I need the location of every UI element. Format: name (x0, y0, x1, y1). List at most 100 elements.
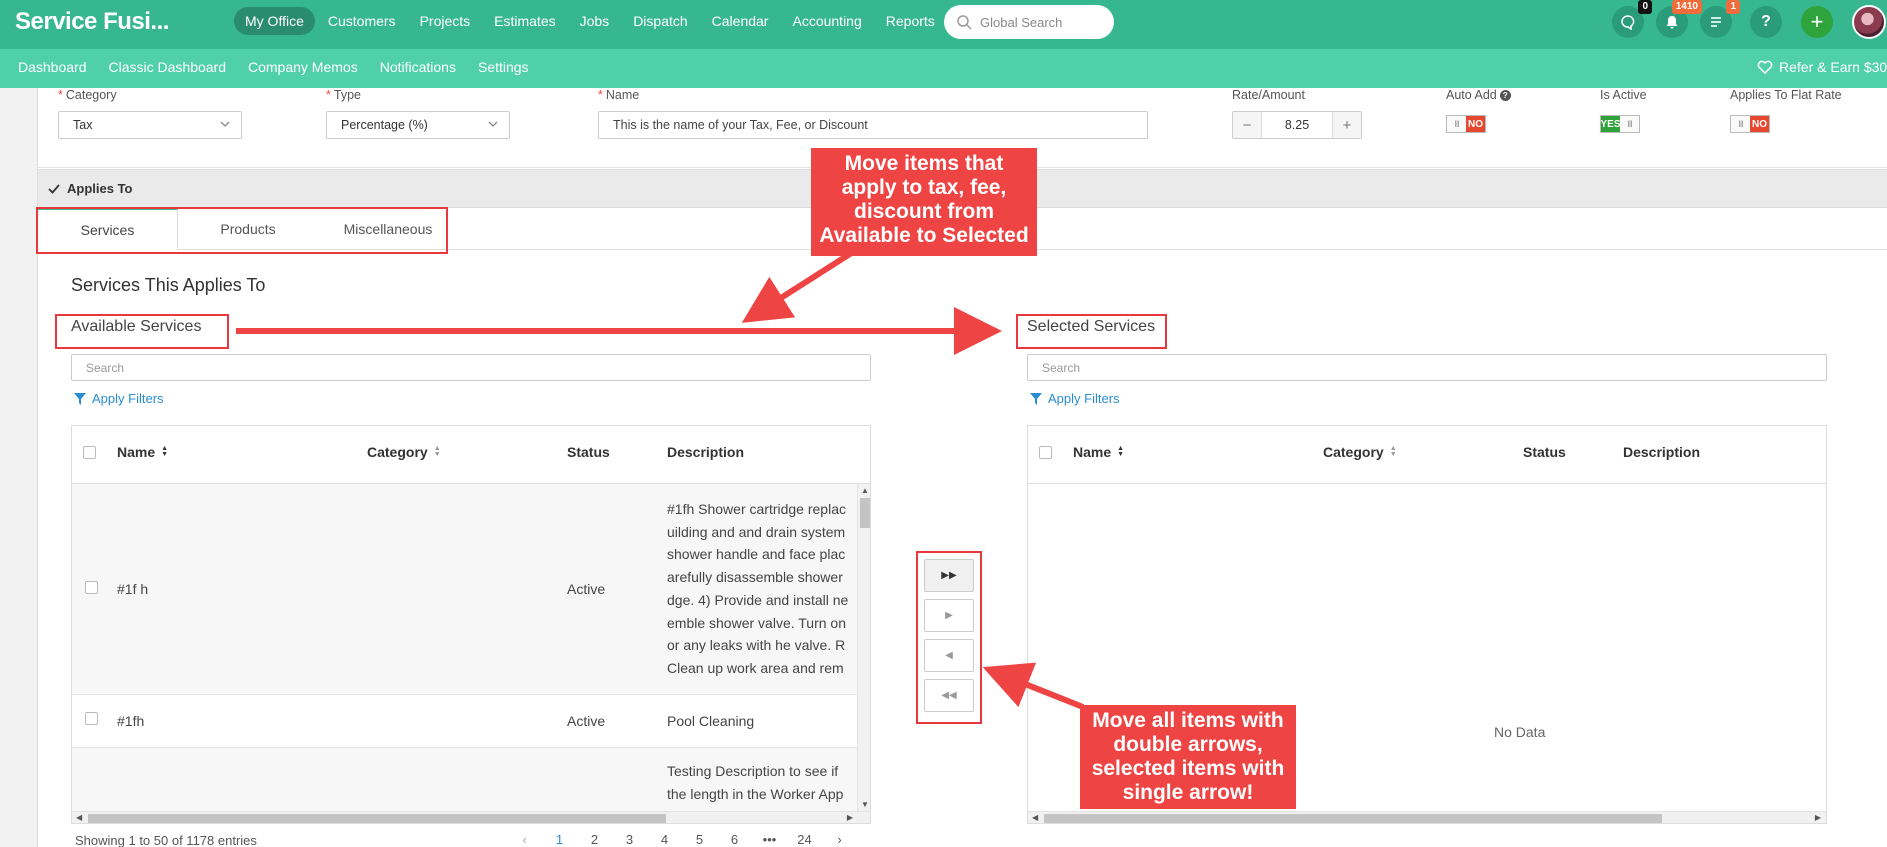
horizontal-scrollbar[interactable]: ◀ ▶ (72, 811, 870, 823)
scroll-thumb[interactable] (1044, 814, 1662, 823)
nav-estimates[interactable]: Estimates (483, 7, 566, 35)
col-description: Description (667, 444, 745, 460)
nav-customers[interactable]: Customers (317, 7, 407, 35)
chat-icon (1621, 15, 1635, 30)
table-row[interactable]: #1fh Active Pool Cleaning (72, 695, 857, 748)
category-value: Tax (73, 118, 93, 132)
nav-reports[interactable]: Reports (875, 7, 946, 35)
brand-logo[interactable]: Service Fusi... (15, 8, 169, 36)
toggle-grip-icon: III (1731, 116, 1750, 132)
nav-accounting[interactable]: Accounting (781, 7, 872, 35)
scroll-right-icon: ▶ (1814, 813, 1821, 822)
main-nav: My Office Customers Projects Estimates J… (234, 7, 948, 35)
page-3[interactable]: 3 (612, 832, 647, 847)
sort-icon: ▲ ▼ (161, 445, 169, 458)
avatar[interactable] (1852, 5, 1886, 39)
nav-my-office[interactable]: My Office (234, 7, 315, 35)
page-6[interactable]: 6 (717, 832, 752, 847)
available-apply-filters[interactable]: Apply Filters (74, 391, 164, 406)
row-checkbox[interactable] (85, 712, 98, 725)
subnav-settings[interactable]: Settings (478, 59, 529, 75)
move-all-left-button[interactable]: ◀◀ (924, 679, 974, 712)
callout-bottom: Move all items with double arrows, selec… (1080, 705, 1296, 809)
filter-icon (74, 392, 86, 405)
col-name[interactable]: Name ▲ ▼ (117, 444, 168, 460)
vertical-scrollbar[interactable]: ▲ ▼ (857, 484, 870, 811)
page-4[interactable]: 4 (647, 832, 682, 847)
secondary-navbar: Dashboard Classic Dashboard Company Memo… (0, 49, 1887, 88)
table-row[interactable]: #1f h Active #1fh Shower cartridge repla… (72, 484, 857, 695)
subnav-company-memos[interactable]: Company Memos (248, 59, 358, 75)
tasks-button[interactable]: 1 (1700, 0, 1740, 38)
rate-value[interactable]: 8.25 (1261, 112, 1333, 138)
subnav-classic-dashboard[interactable]: Classic Dashboard (109, 59, 227, 75)
move-left-button[interactable]: ◀ (924, 639, 974, 672)
page-24[interactable]: 24 (787, 832, 822, 847)
page-1[interactable]: 1 (542, 832, 577, 847)
nav-dispatch[interactable]: Dispatch (622, 7, 698, 35)
selected-search-input[interactable]: Search (1027, 354, 1827, 381)
col-category[interactable]: Category ▲ ▼ (1323, 444, 1397, 460)
applies-flat-rate-toggle[interactable]: III NO (1730, 115, 1770, 133)
scroll-thumb[interactable] (860, 498, 870, 528)
callout-top: Move items that apply to tax, fee, disco… (811, 148, 1037, 256)
apply-filters-label: Apply Filters (1048, 391, 1120, 406)
row-description: Testing Description to see if the length… (667, 763, 844, 802)
selected-apply-filters[interactable]: Apply Filters (1030, 391, 1120, 406)
rate-stepper[interactable]: − 8.25 + (1232, 111, 1362, 139)
type-value: Percentage (%) (341, 118, 428, 132)
col-name[interactable]: Name ▲ ▼ (1073, 444, 1124, 460)
global-search-input[interactable] (980, 14, 1100, 30)
select-all-checkbox[interactable] (83, 446, 96, 459)
is-active-state: YES (1601, 116, 1621, 132)
scroll-thumb[interactable] (88, 814, 666, 823)
row-status: Active (567, 713, 606, 729)
filter-icon (1030, 392, 1042, 405)
page-prev[interactable]: ‹ (507, 832, 542, 847)
help-button[interactable]: ? (1750, 6, 1782, 38)
scroll-right-icon: ▶ (846, 813, 853, 822)
table-row[interactable]: Testing Description to see if the length… (72, 748, 857, 812)
global-search[interactable] (944, 5, 1114, 39)
available-title-highlight (55, 314, 229, 349)
subnav-notifications[interactable]: Notifications (380, 59, 456, 75)
add-button[interactable]: + (1801, 6, 1833, 38)
top-navbar: Service Fusi... My Office Customers Proj… (0, 0, 1887, 49)
plus-icon: + (1810, 9, 1824, 34)
nav-calendar[interactable]: Calendar (701, 7, 780, 35)
category-select[interactable]: Tax (58, 111, 242, 139)
available-search-input[interactable]: Search (71, 354, 871, 381)
row-checkbox[interactable] (85, 581, 98, 594)
chevron-down-icon (220, 121, 230, 127)
table-header: Name ▲ ▼ Category ▲ ▼ Status Description (1028, 426, 1826, 484)
chat-button[interactable]: 0 (1612, 0, 1652, 38)
toggle-grip-icon: III (1620, 116, 1639, 132)
nav-projects[interactable]: Projects (409, 7, 482, 35)
auto-add-toggle[interactable]: III NO (1446, 115, 1486, 133)
bell-icon (1666, 16, 1678, 29)
subnav-dashboard[interactable]: Dashboard (18, 59, 87, 75)
page-next[interactable]: › (822, 832, 857, 847)
table-header: Name ▲ ▼ Category ▲ ▼ Status Description (72, 426, 870, 484)
move-all-right-button[interactable]: ▶▶ (924, 559, 974, 592)
horizontal-scrollbar[interactable]: ◀ ▶ (1028, 811, 1826, 823)
page-5[interactable]: 5 (682, 832, 717, 847)
type-select[interactable]: Percentage (%) (326, 111, 510, 139)
col-category[interactable]: Category ▲ ▼ (367, 444, 441, 460)
page-2[interactable]: 2 (577, 832, 612, 847)
section-title: Services This Applies To (71, 275, 266, 295)
scroll-left-icon: ◀ (76, 813, 83, 822)
help-icon: ? (1761, 13, 1771, 30)
is-active-toggle[interactable]: YES III (1600, 115, 1640, 133)
notifications-button[interactable]: 1410 (1656, 0, 1702, 38)
rate-increment-button[interactable]: + (1333, 112, 1361, 138)
name-input[interactable]: This is the name of your Tax, Fee, or Di… (598, 111, 1148, 139)
scroll-down-icon: ▼ (861, 800, 869, 809)
name-label: * Name (598, 88, 640, 102)
refer-earn-link[interactable]: Refer & Earn $300 (1757, 59, 1887, 75)
move-right-button[interactable]: ▶ (924, 599, 974, 632)
select-all-checkbox[interactable] (1039, 446, 1052, 459)
nav-jobs[interactable]: Jobs (569, 7, 621, 35)
sort-icon: ▲ ▼ (1117, 445, 1125, 458)
rate-decrement-button[interactable]: − (1233, 112, 1261, 138)
